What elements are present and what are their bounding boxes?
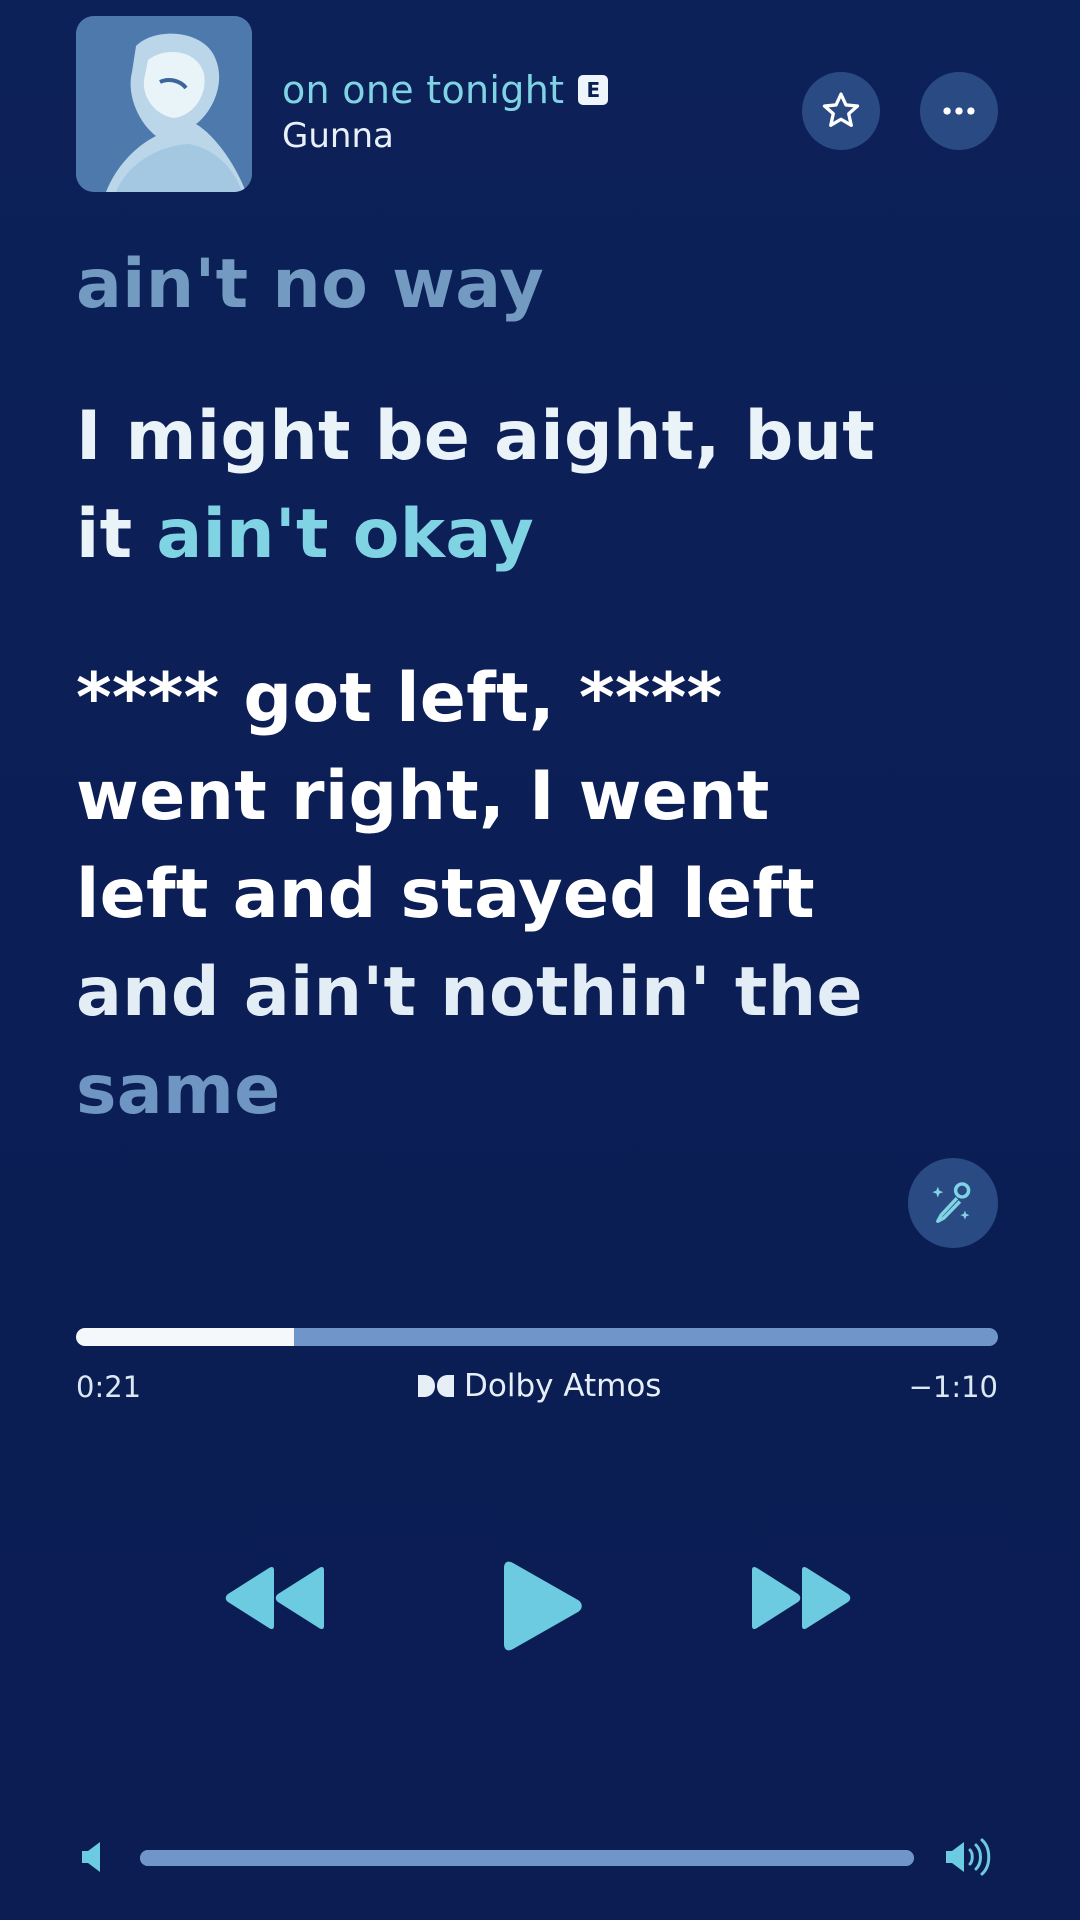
microphone-sparkle-icon <box>932 1182 971 1223</box>
fast-forward-icon <box>752 1566 851 1630</box>
lyric-next-line: left and stayed left <box>76 855 815 934</box>
fast-forward-button[interactable] <box>748 1566 852 1634</box>
lyric-next-block[interactable]: **** got left, **** went right, I went l… <box>76 650 863 1140</box>
volume-high-button[interactable] <box>944 1838 996 1880</box>
ellipsis-icon <box>943 107 975 115</box>
lyric-sung-part: it <box>76 495 157 574</box>
lyric-next-line: and ain't nothin' the <box>76 953 863 1032</box>
speaker-high-icon <box>946 1838 991 1876</box>
star-icon <box>822 92 860 127</box>
explicit-badge: E <box>578 75 609 105</box>
rewind-button[interactable] <box>224 1566 328 1634</box>
volume-slider[interactable] <box>140 1850 914 1866</box>
audio-format-badge[interactable]: Dolby Atmos <box>416 1368 661 1404</box>
lyric-next-line: **** got left, **** <box>76 659 723 738</box>
song-title-row: on one tonight E <box>282 66 609 114</box>
audio-format-label: Dolby Atmos <box>464 1368 662 1404</box>
volume-low-button[interactable] <box>80 1840 106 1878</box>
more-options-button[interactable] <box>920 72 998 150</box>
lyric-previous-line[interactable]: ain't no way <box>76 236 544 334</box>
song-title[interactable]: on one tonight <box>282 68 564 112</box>
time-elapsed: 0:21 <box>76 1370 142 1404</box>
speaker-low-icon <box>82 1842 100 1872</box>
lyric-current-line-1[interactable]: I might be aight, but <box>76 388 875 486</box>
now-playing-screen: on one tonight E Gunna ain't no way I mi… <box>0 0 1080 1920</box>
volume-level-fill <box>140 1850 914 1866</box>
dolby-icon <box>416 1373 456 1399</box>
play-button[interactable] <box>500 1560 584 1656</box>
favorite-button[interactable] <box>802 72 880 150</box>
album-artwork-image <box>76 16 252 192</box>
play-icon <box>504 1561 582 1651</box>
transport-controls <box>0 1560 1080 1660</box>
lyric-active-part: ain't okay <box>156 495 535 574</box>
time-remaining: −1:10 <box>908 1370 998 1404</box>
lyric-next-line: went right, I went <box>76 757 770 836</box>
artist-name[interactable]: Gunna <box>282 116 394 156</box>
album-artwork[interactable] <box>76 16 252 192</box>
lyric-current-line-2[interactable]: it ain't okay <box>76 486 534 584</box>
rewind-icon <box>225 1566 324 1630</box>
sing-button[interactable] <box>908 1158 998 1248</box>
playback-scrubber[interactable] <box>76 1328 998 1346</box>
playback-progress-fill <box>76 1328 294 1346</box>
lyric-next-line: same <box>76 1051 281 1130</box>
track-header: on one tonight E Gunna <box>76 16 1004 192</box>
